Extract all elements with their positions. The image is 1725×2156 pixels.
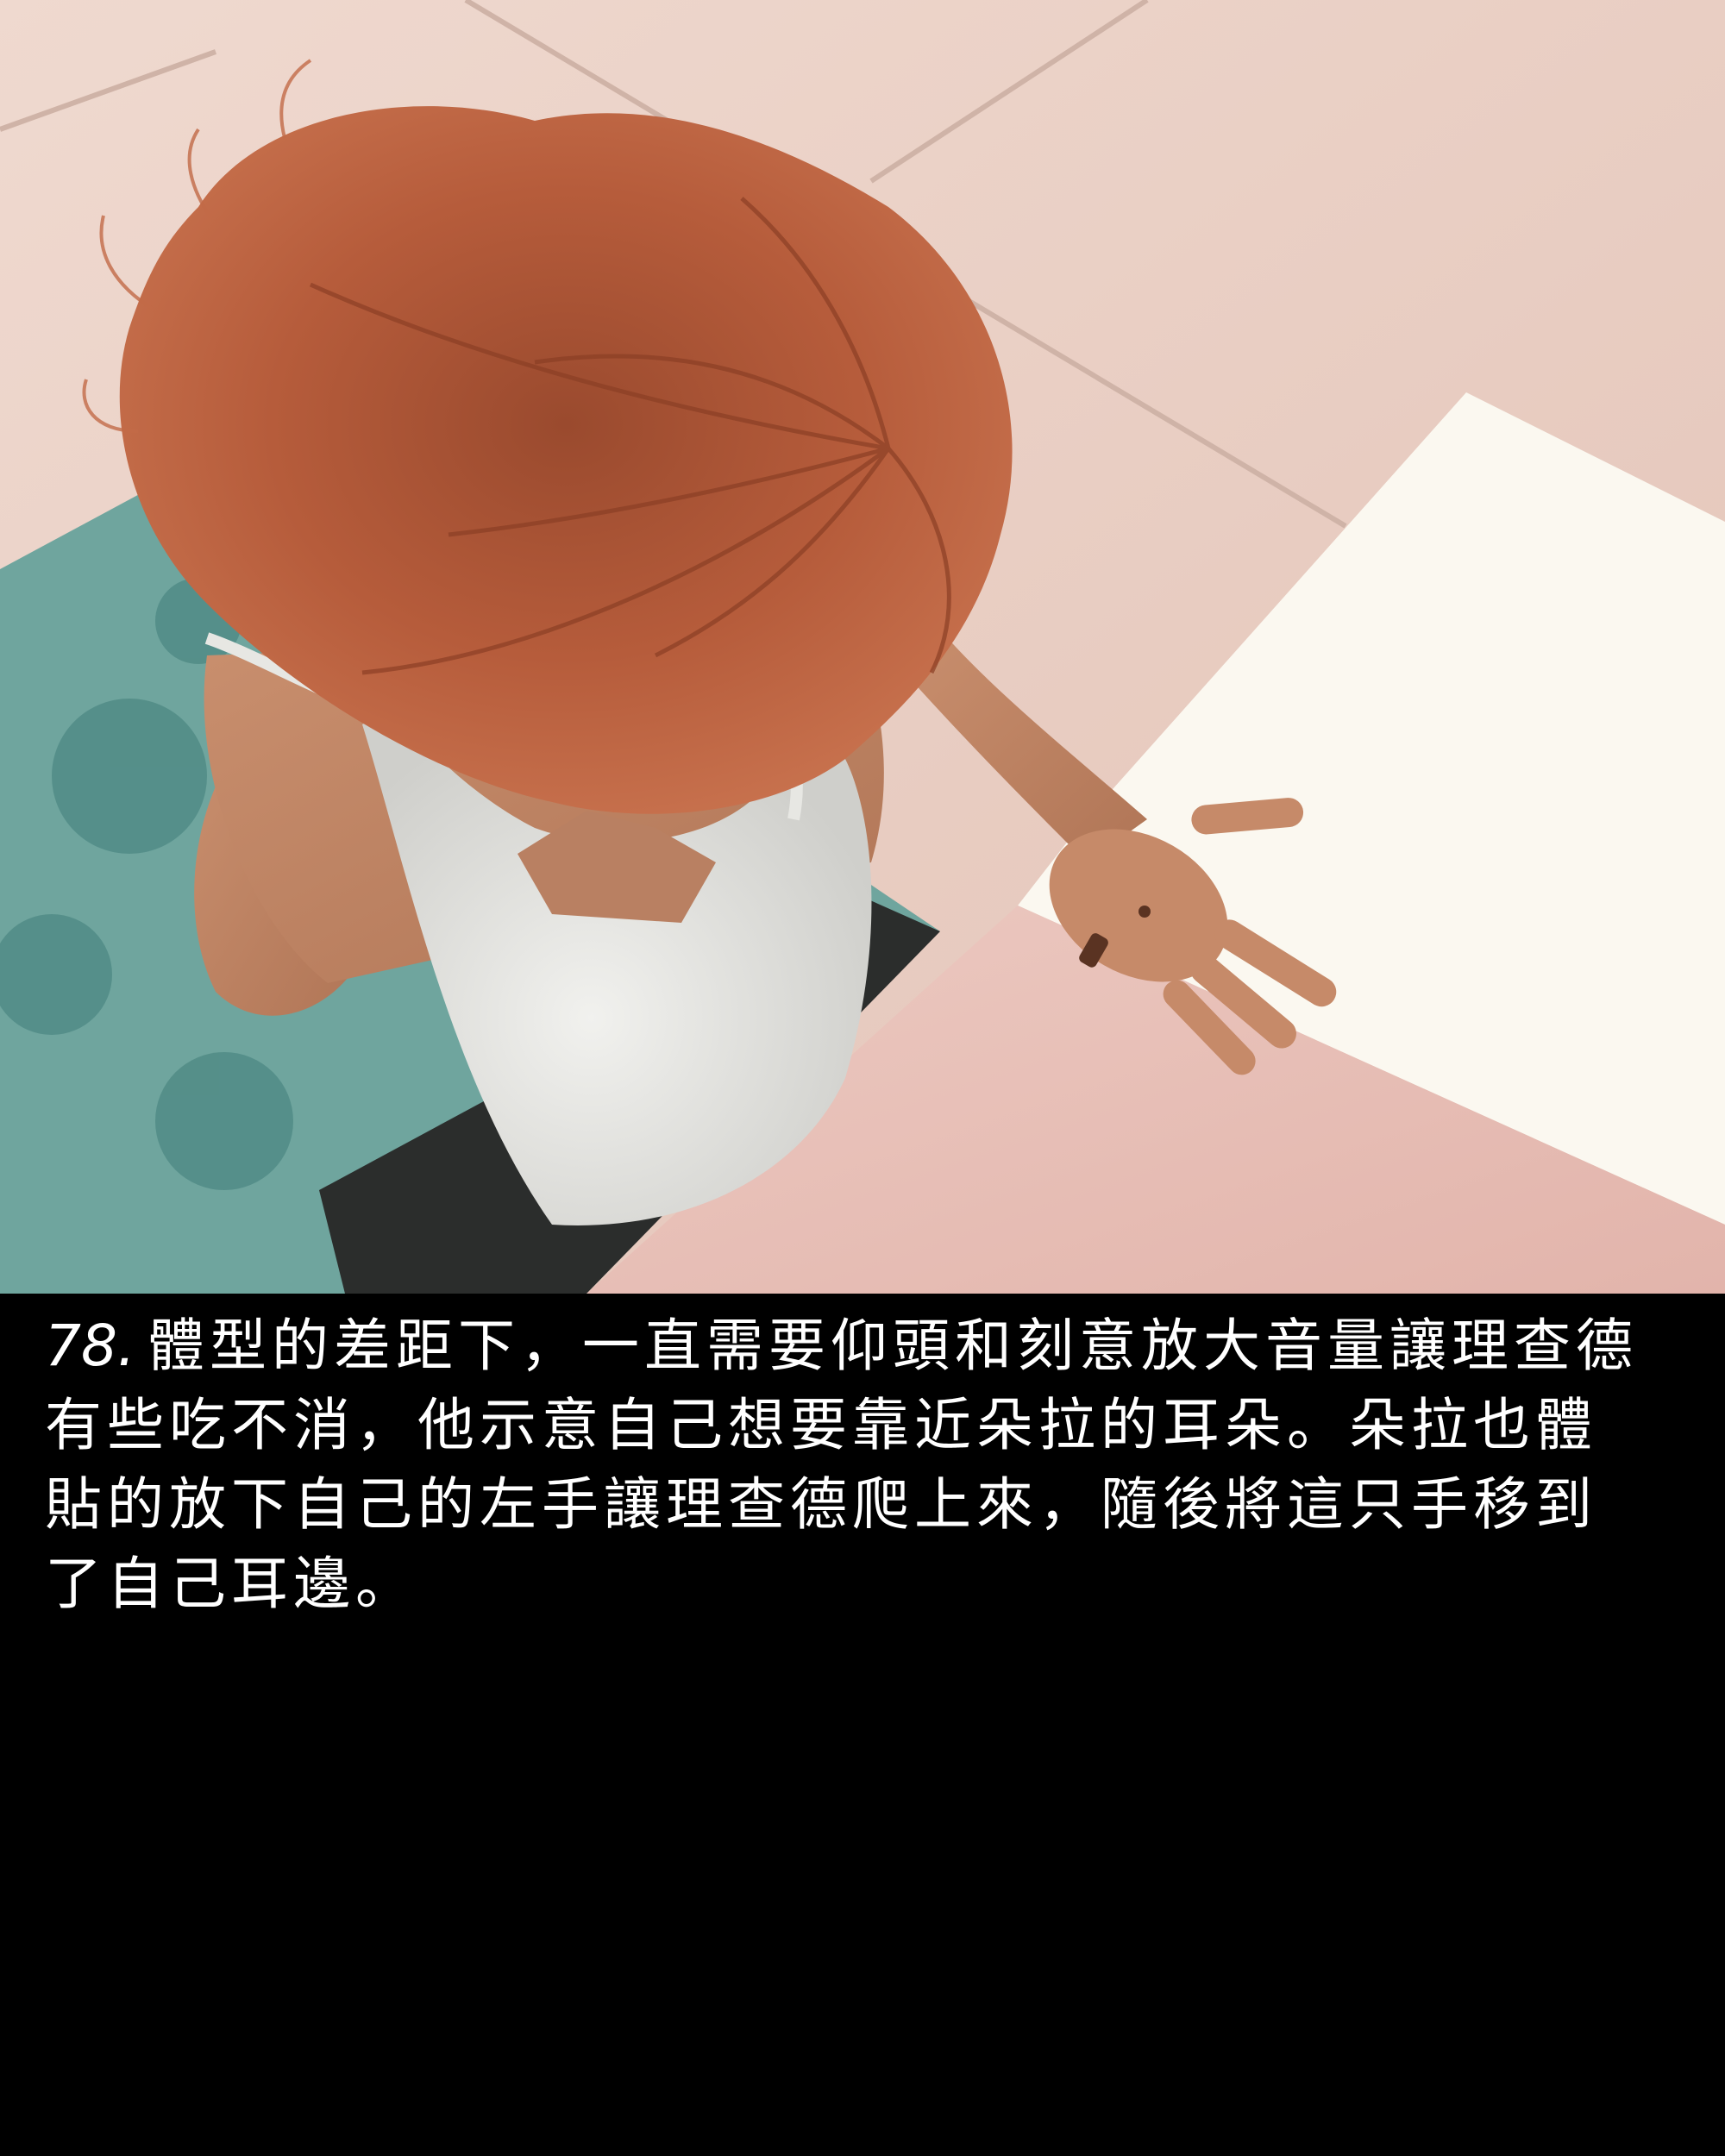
comic-page: 78. 體型的差距下，一直需要仰頭和刻意放大音量讓理查德 有些吃不消，他示意自己想… — [0, 0, 1725, 2156]
caption-line-4: 了自己耳邊。 — [45, 1551, 417, 1617]
caption-text: 78. 體型的差距下，一直需要仰頭和刻意放大音量讓理查德 有些吃不消，他示意自己想… — [45, 1307, 1684, 1624]
caption-line-2: 有些吃不消，他示意自己想要靠近朵拉的耳朵。朵拉也體 — [45, 1392, 1597, 1458]
caption-line-1: 體型的差距下，一直需要仰頭和刻意放大音量讓理查德 — [147, 1313, 1638, 1379]
caption-line-3: 貼的放下自己的左手讓理查德爬上來，隨後將這只手移到 — [45, 1471, 1597, 1538]
illustration-panel — [0, 0, 1725, 1294]
caption-number: 78. — [45, 1313, 135, 1379]
illustration — [0, 0, 1725, 1294]
